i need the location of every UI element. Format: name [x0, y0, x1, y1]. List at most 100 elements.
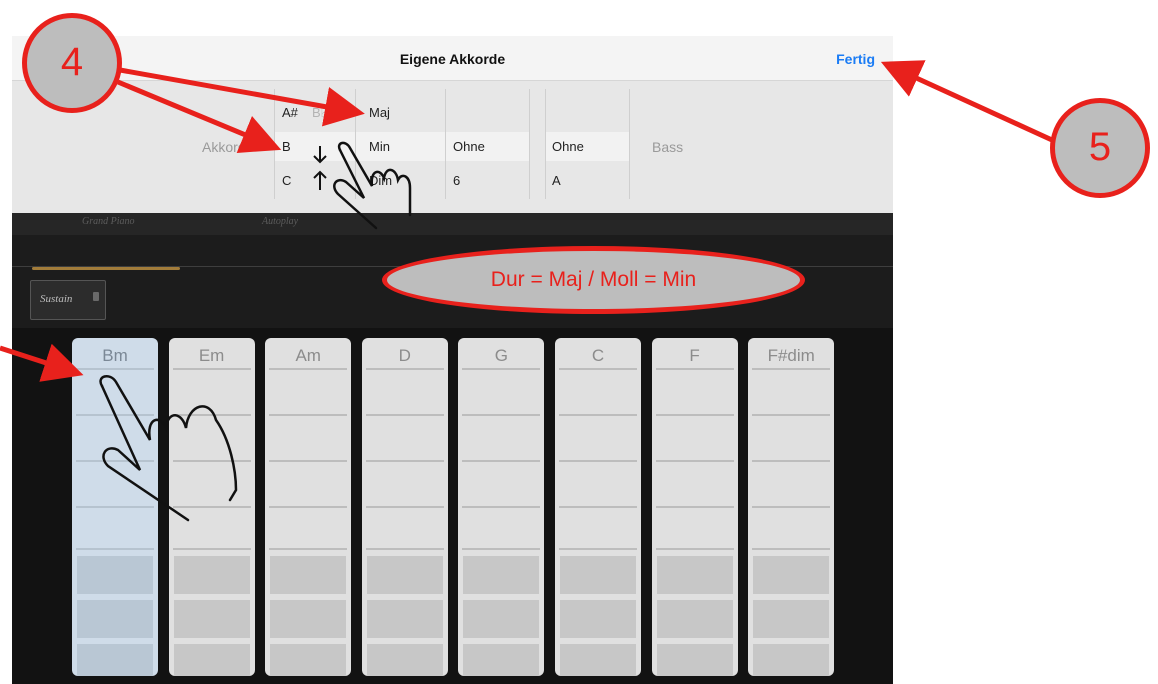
bass-note-pad[interactable] — [463, 600, 540, 638]
chord-segment-divider — [365, 506, 444, 508]
note-dur-moll: Dur = Maj / Moll = Min — [382, 246, 805, 314]
bass-note-pad[interactable] — [270, 556, 347, 594]
chord-segment-divider — [365, 460, 444, 462]
picker-divider — [529, 89, 530, 199]
root-option[interactable]: B♭ — [312, 105, 327, 121]
bass-note-pad[interactable] — [77, 556, 153, 594]
callout-5: 5 — [1050, 98, 1150, 198]
instrument-tab[interactable]: Grand Piano — [82, 216, 135, 227]
autoplay-tab[interactable]: Autoplay — [262, 216, 298, 227]
bass-note-pad[interactable] — [366, 556, 443, 594]
picker-divider — [545, 89, 546, 199]
bass-note-pad[interactable] — [463, 556, 540, 594]
chord-strip-fsharpdim[interactable]: F#dim — [748, 338, 835, 676]
chord-strip-em[interactable]: Em — [168, 338, 255, 676]
chord-segment-divider — [462, 460, 541, 462]
bass-note-pad[interactable] — [560, 600, 636, 638]
bass-note-pad[interactable] — [656, 600, 733, 638]
bass-label: Bass — [652, 139, 684, 155]
chord-segment-divider — [752, 414, 831, 416]
chord-segment-divider — [752, 506, 831, 508]
chord-name: D — [398, 346, 411, 365]
chord-segment-divider — [655, 414, 734, 416]
picker-divider — [629, 89, 630, 199]
sustain-button[interactable]: Sustain — [30, 280, 106, 320]
page-title: Eigene Akkorde — [399, 51, 506, 67]
bass-note-pad[interactable] — [753, 600, 830, 638]
chord-segment-divider — [269, 460, 348, 462]
keyboard-range-bar[interactable] — [32, 267, 180, 270]
chord-segment-divider — [76, 506, 154, 508]
chord-strip-f[interactable]: F — [651, 338, 738, 676]
root-option[interactable]: A# — [282, 105, 298, 120]
chord-strip-c[interactable]: C — [555, 338, 641, 676]
lock-icon — [93, 292, 99, 301]
bass-note-pad[interactable] — [173, 644, 250, 676]
chord-segment-divider — [752, 548, 831, 550]
root-option[interactable]: C — [282, 173, 291, 188]
root-selected[interactable]: B — [282, 139, 291, 154]
bass-note-pad[interactable] — [270, 600, 347, 638]
chord-segment-divider — [752, 460, 831, 462]
chord-name: G — [494, 346, 508, 365]
extension-option[interactable]: 6 — [453, 173, 460, 188]
nav-bar: Eigene Akkorde Fertig — [12, 36, 893, 81]
picker-divider — [355, 89, 356, 199]
chord-segment-divider — [559, 460, 637, 462]
bass-option[interactable]: A — [552, 173, 561, 188]
done-button[interactable]: Fertig — [836, 51, 875, 67]
chord-segment-divider — [655, 506, 734, 508]
picker-selection-band — [274, 132, 529, 161]
chord-segment-divider — [76, 548, 154, 550]
bass-note-pad[interactable] — [753, 644, 830, 676]
chord-segment-divider — [269, 368, 348, 370]
chord-segment-divider — [365, 548, 444, 550]
sustain-label: Sustain — [40, 293, 73, 305]
chord-strip-bm[interactable]: Bm — [72, 338, 158, 676]
bass-note-pad[interactable] — [463, 644, 540, 676]
bass-note-pad[interactable] — [656, 556, 733, 594]
chord-strip-g[interactable]: G — [458, 338, 545, 676]
chord-name: C — [591, 346, 605, 365]
instrument-tabs: Grand Piano Autoplay — [12, 213, 893, 235]
quality-option[interactable]: Dim — [369, 173, 392, 188]
chord-segment-divider — [172, 368, 251, 370]
chord-segment-divider — [365, 414, 444, 416]
bass-note-pad[interactable] — [270, 644, 347, 676]
chord-segment-divider — [76, 460, 154, 462]
chord-segment-divider — [462, 548, 541, 550]
bass-note-pad[interactable] — [77, 600, 153, 638]
chord-strip-area: Bm Em Am D G C F F#dim — [12, 328, 893, 684]
bass-note-pad[interactable] — [366, 600, 443, 638]
chord-name: F — [689, 346, 700, 365]
callout-4: 4 — [22, 13, 122, 113]
bass-note-pad[interactable] — [173, 556, 250, 594]
chord-segment-divider — [752, 368, 831, 370]
bass-note-pad[interactable] — [560, 644, 636, 676]
chord-segment-divider — [559, 414, 637, 416]
chord-strip-d[interactable]: D — [361, 338, 448, 676]
bass-note-pad[interactable] — [560, 556, 636, 594]
extension-selected[interactable]: Ohne — [453, 139, 485, 154]
quality-option[interactable]: Maj — [369, 105, 390, 120]
bass-note-pad[interactable] — [366, 644, 443, 676]
chord-label: Akkord — [202, 139, 246, 155]
bass-note-pad[interactable] — [77, 644, 153, 676]
bass-note-pad[interactable] — [656, 644, 733, 676]
chord-segment-divider — [76, 368, 154, 370]
chord-segment-divider — [76, 414, 154, 416]
bass-note-pad[interactable] — [173, 600, 250, 638]
chord-name: Bm — [102, 346, 128, 365]
quality-selected[interactable]: Min — [369, 139, 390, 154]
chord-picker: Akkord Bass A# B♭ B C Maj Min Dim Ohne 6… — [12, 81, 893, 213]
bass-selected[interactable]: Ohne — [552, 139, 584, 154]
chord-segment-divider — [462, 506, 541, 508]
chord-segment-divider — [172, 460, 251, 462]
chord-segment-divider — [462, 368, 541, 370]
chord-strip-am[interactable]: Am — [265, 338, 352, 676]
chord-segment-divider — [269, 548, 348, 550]
chord-segment-divider — [559, 548, 637, 550]
bass-note-pad[interactable] — [753, 556, 830, 594]
chord-segment-divider — [559, 368, 637, 370]
chord-segment-divider — [655, 548, 734, 550]
